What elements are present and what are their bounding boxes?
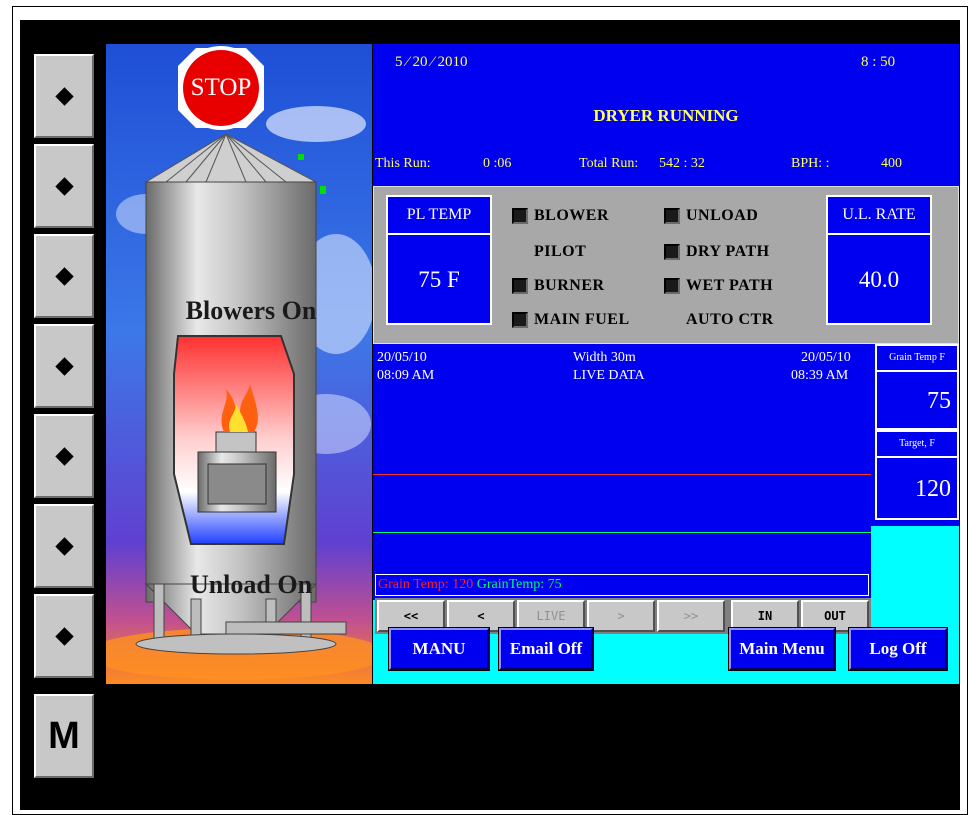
nav-last-button[interactable]: >>: [657, 600, 725, 632]
legend-grain-temp-green: GrainTemp: 75: [476, 577, 562, 592]
pl-temp-label: PL TEMP: [388, 197, 490, 235]
log-off-button[interactable]: Log Off: [848, 627, 948, 671]
diamond-icon: [54, 446, 74, 466]
side-key-1[interactable]: [33, 53, 95, 139]
trend-width: Width 30m: [573, 350, 636, 365]
trend-series-green: [373, 532, 871, 533]
diamond-icon: [54, 536, 74, 556]
led-icon: [664, 208, 680, 224]
indicator-auto-ctr: AUTO CTR: [664, 311, 774, 329]
trend-mode: LIVE DATA: [573, 368, 645, 383]
side-key-5[interactable]: [33, 413, 95, 499]
total-run-label: Total Run:: [579, 156, 639, 171]
grain-temp-label: Grain Temp F: [877, 346, 957, 372]
indicator-label: MAIN FUEL: [534, 311, 630, 328]
side-key-6[interactable]: [33, 503, 95, 589]
led-icon: [664, 244, 680, 260]
trend-end-time: 08:39 AM: [791, 368, 849, 383]
target-box: Target, F 120: [875, 430, 959, 520]
pl-temp-box: PL TEMP 75 F: [386, 195, 492, 325]
diamond-icon: [54, 626, 74, 646]
diamond-icon: [54, 266, 74, 286]
indicator-label: DRY PATH: [686, 243, 770, 260]
trend-series-red: [373, 474, 871, 475]
target-value: 120: [915, 475, 951, 502]
indicator-label: AUTO CTR: [686, 311, 774, 328]
diamond-icon: [54, 86, 74, 106]
indicator-label: BLOWER: [534, 207, 610, 224]
blowers-status: Blowers On: [185, 296, 317, 325]
header-date: 5 ⁄ 20 ⁄ 2010: [395, 54, 468, 70]
indicator-burner: BURNER: [512, 277, 605, 295]
indicator-dry-path: DRY PATH: [664, 243, 770, 261]
trend-chart: 20/05/10 08:09 AM Width 30m LIVE DATA 20…: [373, 346, 871, 598]
diamond-icon: [54, 356, 74, 376]
indicator-label: UNLOAD: [686, 207, 759, 224]
led-icon: [512, 278, 528, 294]
led-icon: [664, 278, 680, 294]
grain-temp-value: 75: [927, 387, 951, 414]
stop-sign-label[interactable]: STOP: [176, 74, 266, 102]
side-key-7[interactable]: [33, 593, 95, 679]
trend-start-date: 20/05/10: [377, 350, 427, 365]
total-run-value: 542 : 32: [659, 156, 705, 171]
led-icon: [512, 208, 528, 224]
nav-next-button[interactable]: >: [587, 600, 655, 632]
grain-temp-box: Grain Temp F 75: [875, 344, 959, 430]
side-key-2[interactable]: [33, 143, 95, 229]
diamond-icon: [54, 176, 74, 196]
ul-rate-box: U.L. RATE 40.0: [826, 195, 932, 325]
indicator-blower: BLOWER: [512, 207, 609, 225]
header-time: 8 : 50: [861, 54, 896, 70]
indicator-label: PILOT: [534, 243, 587, 260]
unload-status: Unload On: [189, 570, 313, 599]
menu-key[interactable]: M: [33, 693, 95, 779]
indicator-unload: UNLOAD: [664, 207, 758, 225]
trend-legend: Grain Temp: 120 GrainTemp: 75: [375, 574, 869, 596]
trend-start-time: 08:09 AM: [377, 368, 435, 383]
led-icon: [512, 312, 528, 328]
side-key-3[interactable]: [33, 233, 95, 319]
main-menu-button[interactable]: Main Menu: [728, 627, 836, 671]
ul-rate-label: U.L. RATE: [828, 197, 930, 235]
main-panel: 5 ⁄ 20 ⁄ 2010 8 : 50 DRYER RUNNING This …: [373, 44, 959, 684]
indicator-wet-path: WET PATH: [664, 277, 773, 295]
this-run-label: This Run:: [375, 156, 431, 171]
indicator-main-fuel: MAIN FUEL: [512, 311, 630, 329]
indicator-pilot: PILOT: [512, 243, 586, 261]
hmi-screen: M STOP Blowers On Unload On 5 ⁄ 20 ⁄ 201…: [20, 20, 960, 810]
menu-key-label: M: [48, 714, 80, 757]
trend-end-date: 20/05/10: [801, 350, 851, 365]
this-run-value: 0 :06: [483, 156, 512, 171]
bph-value: 400: [881, 156, 902, 171]
pl-temp-value: 75 F: [418, 267, 460, 292]
side-key-4[interactable]: [33, 323, 95, 409]
dryer-status: DRYER RUNNING: [593, 106, 739, 125]
legend-grain-temp-red: Grain Temp: 120: [378, 577, 474, 592]
email-off-button[interactable]: Email Off: [498, 627, 594, 671]
target-label: Target, F: [877, 432, 957, 458]
ul-rate-value: 40.0: [858, 267, 900, 292]
bph-label: BPH: :: [791, 156, 830, 171]
manu-button[interactable]: MANU: [388, 627, 490, 671]
silo-graphic: STOP Blowers On Unload On: [106, 44, 372, 684]
status-band: PL TEMP 75 F BLOWER PILOT BURNER MAIN FU…: [373, 186, 959, 344]
indicator-label: WET PATH: [686, 277, 774, 294]
indicator-label: BURNER: [534, 277, 605, 294]
